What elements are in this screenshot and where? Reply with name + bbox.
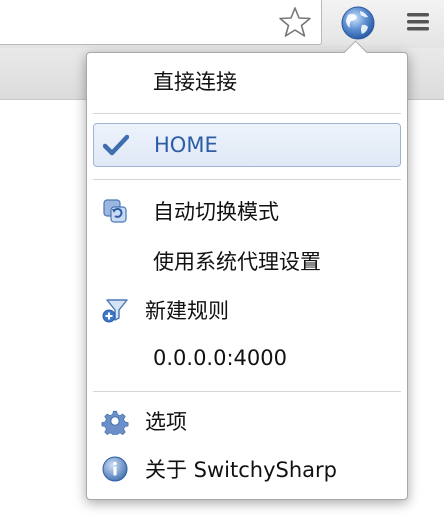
- info-icon: [101, 455, 129, 483]
- auto-switch-icon: [101, 197, 129, 225]
- menu-item-about[interactable]: 关于 SwitchySharp: [93, 447, 401, 491]
- menu-item-label: 0.0.0.0:4000: [153, 346, 287, 370]
- menu-item-label: 直接连接: [153, 70, 237, 94]
- bookmark-star-icon[interactable]: [277, 4, 313, 40]
- menu-item-label: 自动切换模式: [153, 200, 279, 224]
- menu-item-label: 选项: [145, 410, 187, 434]
- checkmark-icon: [102, 131, 130, 159]
- menu-item-direct-connection[interactable]: 直接连接: [93, 59, 401, 103]
- menu-item-label: 关于 SwitchySharp: [145, 458, 338, 482]
- browser-toolbar: [0, 0, 444, 48]
- menu-item-label: HOME: [154, 133, 218, 157]
- switchysharp-globe-icon[interactable]: [336, 1, 380, 45]
- menu-item-use-system-proxy[interactable]: 使用系统代理设置: [93, 239, 401, 283]
- separator: [93, 391, 401, 392]
- menu-item-label: 使用系统代理设置: [153, 250, 321, 274]
- menu-item-auto-switch-mode[interactable]: 自动切换模式: [93, 189, 401, 233]
- gear-icon: [101, 407, 129, 435]
- menu-item-label: 新建规则: [145, 299, 229, 323]
- omnibox[interactable]: [0, 0, 322, 45]
- menu-item-new-rule[interactable]: 新建规则: [93, 288, 401, 332]
- separator: [93, 113, 401, 114]
- switchysharp-popup: 直接连接 HOME 自动切换模式 使用系统代理设置 新建规则 0.0.0.0:4…: [86, 52, 408, 500]
- separator: [93, 179, 401, 180]
- hamburger-menu-icon[interactable]: [400, 4, 436, 40]
- menu-item-proxy-0-0-0-0-4000[interactable]: 0.0.0.0:4000: [93, 336, 401, 380]
- new-rule-filter-icon: [101, 296, 129, 324]
- menu-item-home-profile[interactable]: HOME: [93, 123, 401, 167]
- menu-item-options[interactable]: 选项: [93, 399, 401, 443]
